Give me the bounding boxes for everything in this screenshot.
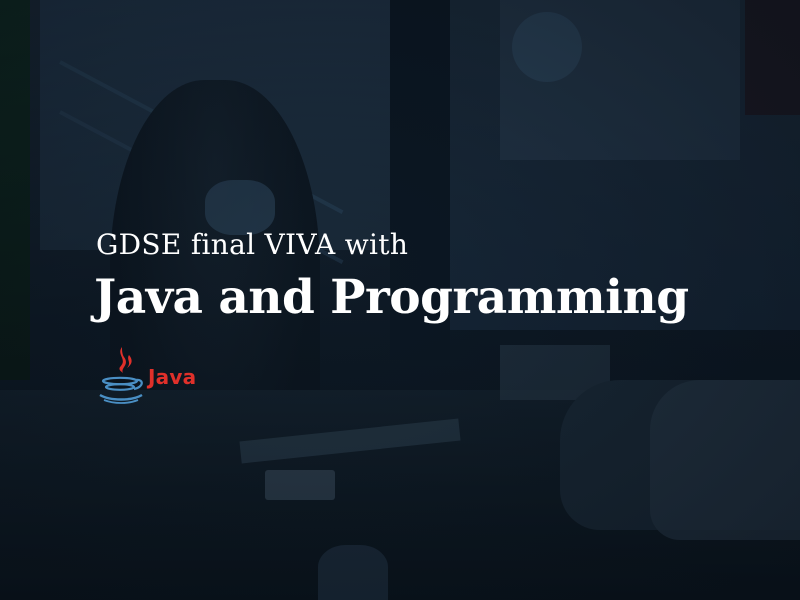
- java-coffee-cup-icon: [99, 347, 143, 404]
- banner-title: Java and Programming: [94, 270, 689, 325]
- java-logo: Java: [96, 345, 206, 405]
- java-logo-text: Java: [148, 365, 197, 389]
- banner-image: GDSE final VIVA with Java and Programmin…: [0, 0, 800, 600]
- banner-subtitle: GDSE final VIVA with: [96, 228, 409, 261]
